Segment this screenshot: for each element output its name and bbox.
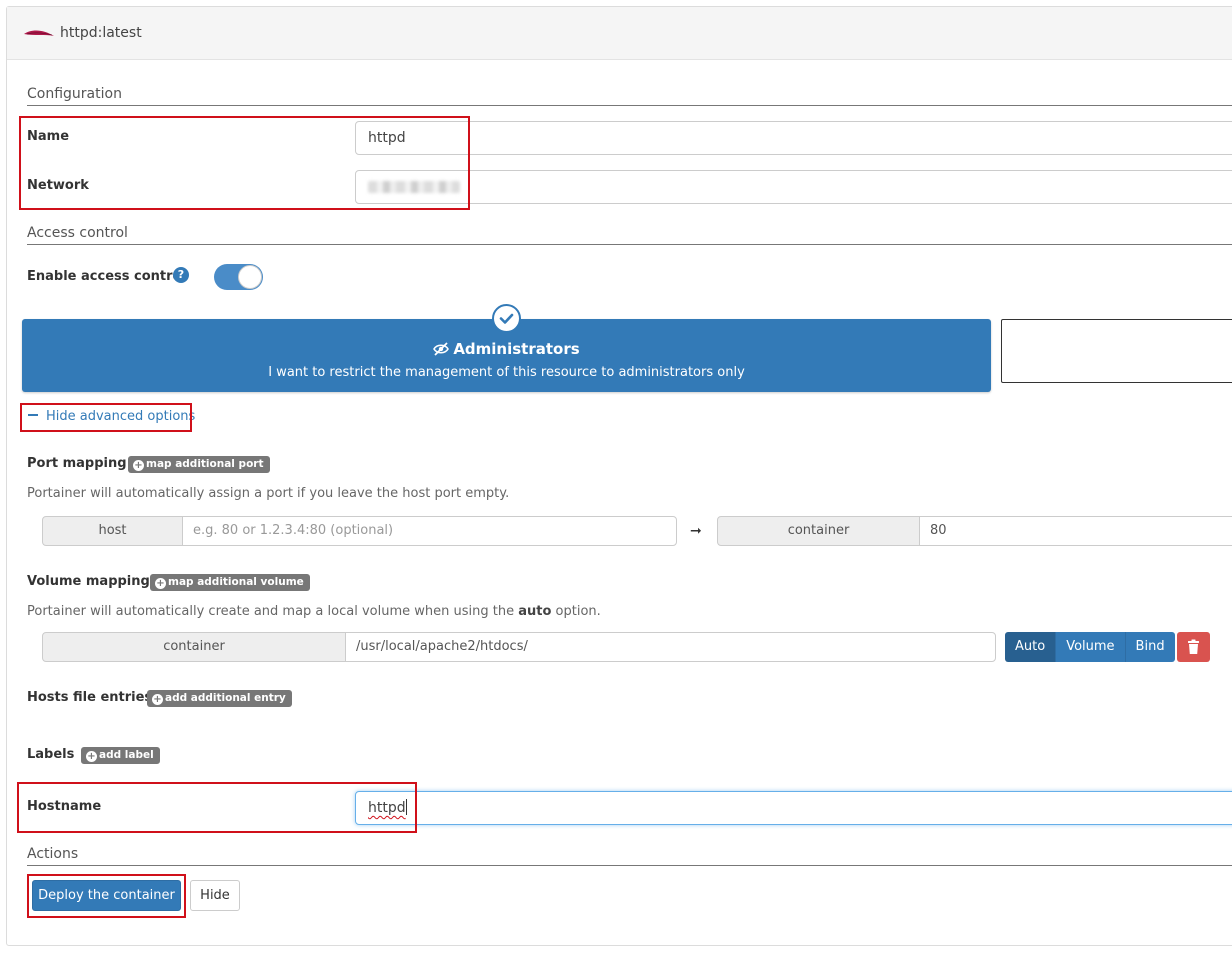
help-icon[interactable]: ? xyxy=(173,267,189,283)
volume-mode-group: Auto Volume Bind xyxy=(1005,632,1175,662)
plus-circle-icon: + xyxy=(152,694,163,705)
volume-mode-bind[interactable]: Bind xyxy=(1124,632,1175,662)
volume-container-path-input[interactable]: /usr/local/apache2/htdocs/ xyxy=(345,632,996,662)
remove-volume-button[interactable] xyxy=(1177,632,1210,662)
enable-access-control-label: Enable access control xyxy=(27,269,186,284)
restricted-option[interactable] xyxy=(1001,319,1232,383)
administrators-title: Administrators xyxy=(453,340,580,358)
highlight-deploy xyxy=(27,874,186,918)
access-control-divider xyxy=(27,244,1232,245)
configuration-section-title: Configuration xyxy=(27,86,122,102)
labels-label: Labels xyxy=(27,747,75,762)
arrow-right-icon: ➞ xyxy=(690,523,702,539)
volume-container-addon: container xyxy=(42,632,346,662)
host-addon: host xyxy=(42,516,183,546)
trash-icon xyxy=(1188,639,1199,654)
apache-feather-icon xyxy=(24,30,54,36)
check-icon xyxy=(492,304,521,333)
network-select[interactable] xyxy=(355,170,1232,204)
hosts-file-entries-label: Hosts file entries xyxy=(27,690,153,705)
panel-header: httpd:latest xyxy=(7,7,1232,60)
plus-circle-icon: + xyxy=(133,460,144,471)
port-mapping-label: Port mapping xyxy=(27,456,127,471)
volume-mapping-hint: Portainer will automatically create and … xyxy=(27,604,601,619)
map-additional-port-button[interactable]: + map additional port xyxy=(128,456,270,473)
hide-button[interactable]: Hide xyxy=(190,880,240,911)
volume-mode-volume[interactable]: Volume xyxy=(1055,632,1125,662)
actions-divider xyxy=(27,865,1232,866)
access-control-toggle[interactable] xyxy=(214,264,263,290)
plus-circle-icon: + xyxy=(155,578,166,589)
volume-mapping-label: Volume mapping xyxy=(27,574,150,589)
highlight-hostname xyxy=(17,782,417,833)
toggle-knob xyxy=(238,265,262,289)
map-additional-volume-button[interactable]: + map additional volume xyxy=(150,574,310,591)
host-port-input[interactable]: e.g. 80 or 1.2.3.4:80 (optional) xyxy=(182,516,677,546)
highlight-advanced-options xyxy=(20,403,192,432)
access-control-section-title: Access control xyxy=(27,225,128,241)
container-port-input[interactable]: 80 xyxy=(919,516,1232,546)
eye-slash-icon xyxy=(433,342,450,356)
add-additional-entry-button[interactable]: + add additional entry xyxy=(147,690,292,707)
image-title: httpd:latest xyxy=(60,25,142,41)
hostname-input[interactable]: httpd xyxy=(355,791,1232,825)
add-label-button[interactable]: + add label xyxy=(81,747,160,764)
administrators-description: I want to restrict the management of thi… xyxy=(268,365,745,380)
configuration-divider xyxy=(27,105,1232,106)
highlight-name-network xyxy=(19,116,470,210)
volume-mode-auto[interactable]: Auto xyxy=(1005,632,1056,662)
actions-section-title: Actions xyxy=(27,846,79,862)
port-mapping-hint: Portainer will automatically assign a po… xyxy=(27,486,510,501)
plus-circle-icon: + xyxy=(86,751,97,762)
name-input[interactable]: httpd xyxy=(355,121,1232,155)
container-port-addon: container xyxy=(717,516,920,546)
